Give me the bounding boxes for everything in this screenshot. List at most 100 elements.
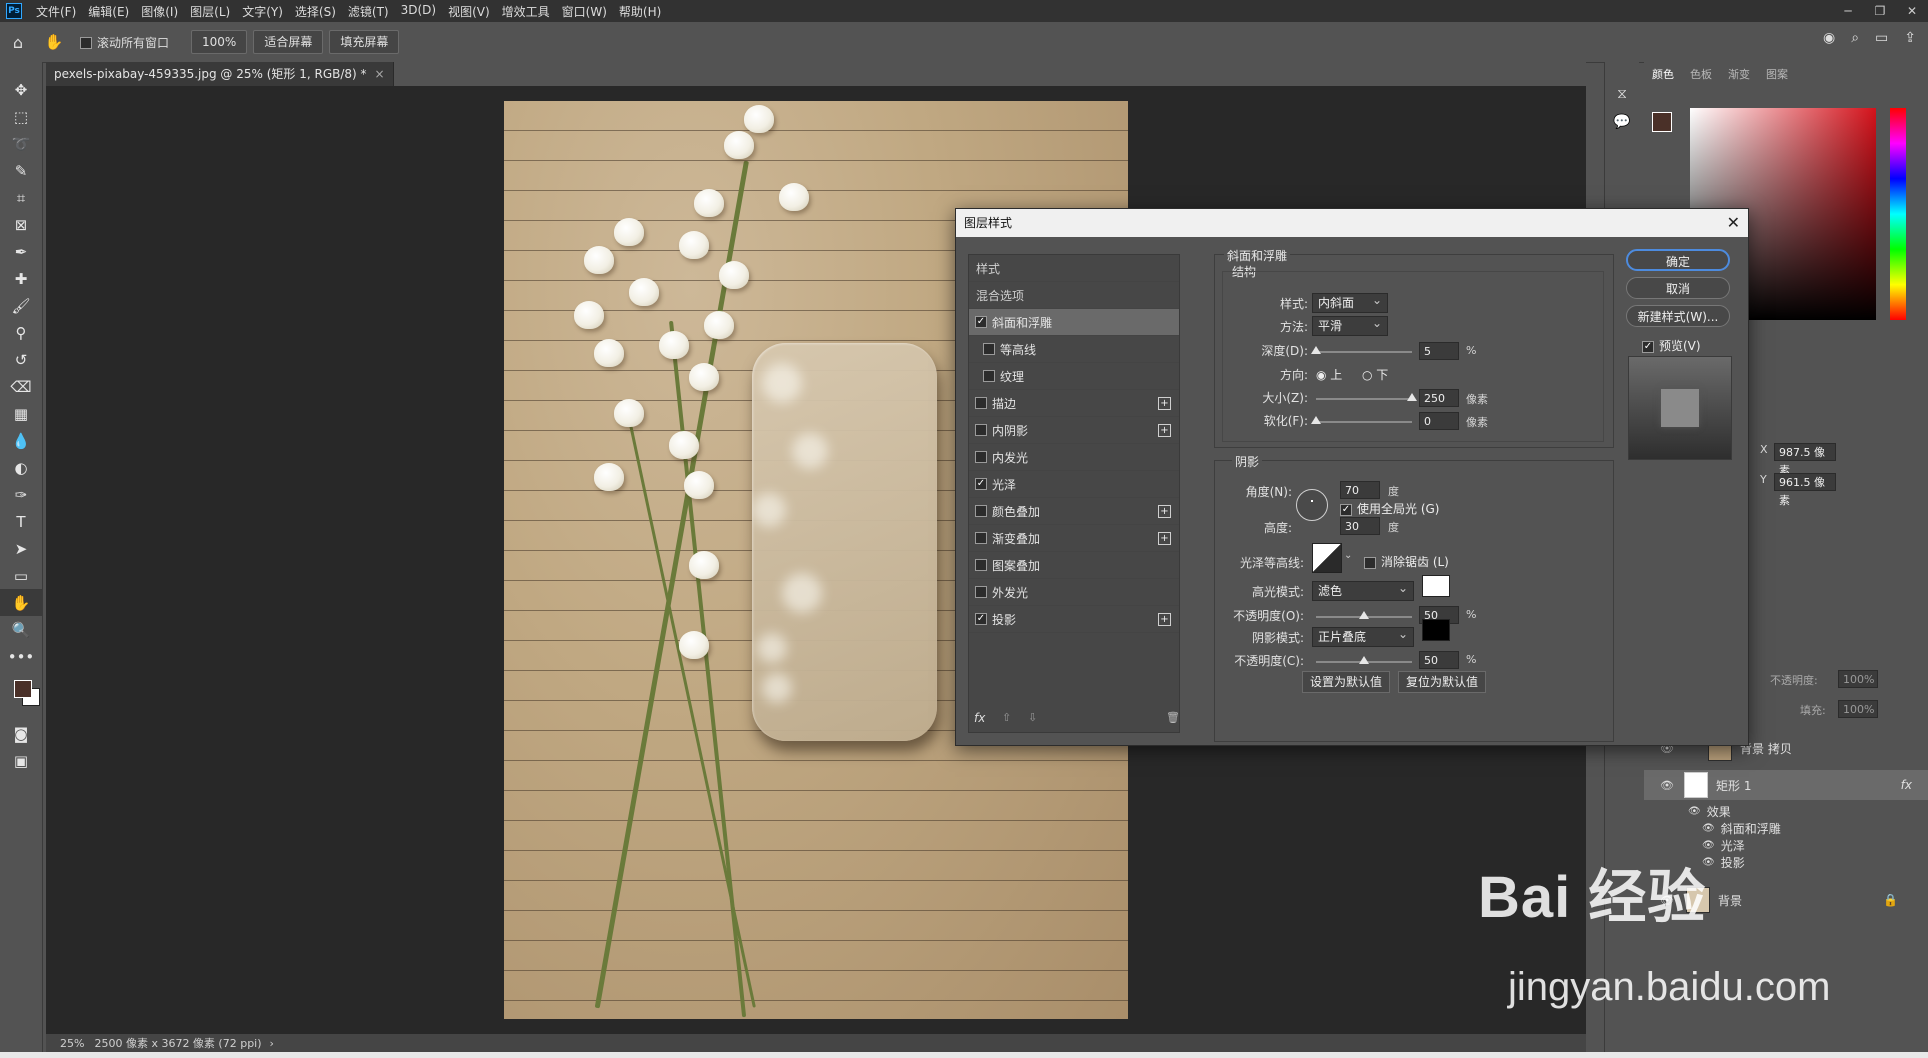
move-tool-icon[interactable]: ✥ [0,76,42,103]
angle-input[interactable]: 70 [1340,481,1380,499]
style-item[interactable]: 内阴影 + [969,417,1179,444]
style-item[interactable]: 图案叠加 [969,552,1179,579]
delete-effect-icon[interactable]: 🗑 [1166,711,1180,724]
checkbox-icon[interactable] [975,613,987,625]
add-effect-icon[interactable]: + [1158,612,1171,626]
checkbox-icon[interactable] [975,478,987,490]
fit-screen-button[interactable]: 适合屏幕 [253,30,324,54]
menu-item[interactable]: 文件(F) [30,3,82,20]
checkbox-icon[interactable] [975,316,987,328]
close-tab-icon[interactable]: × [375,67,385,81]
soften-input[interactable]: 0 [1419,412,1459,430]
history-icon[interactable]: ⧖ [1605,86,1639,102]
shadow-mode-select[interactable]: 正片叠底 [1312,625,1414,647]
fx-menu-icon[interactable]: fx [974,711,985,725]
prop-x-input[interactable]: 987.5 像素 [1774,443,1836,477]
search-icon[interactable]: ⌕ [1851,30,1859,46]
hand-tool-icon[interactable]: ✋ [0,589,42,616]
shadow-color-swatch[interactable] [1422,619,1450,641]
checkbox-icon[interactable] [983,370,995,382]
cancel-button[interactable]: 取消 [1626,277,1730,299]
effects-row[interactable]: 👁 效果 [1644,802,1928,820]
panel-tab[interactable]: 颜色 [1644,62,1682,88]
menu-item[interactable]: 选择(S) [289,3,342,20]
share-icon[interactable]: ⇪ [1904,30,1916,46]
visibility-eye-icon[interactable]: 👁 [1656,779,1678,792]
move-up-icon[interactable]: ⇧ [1002,711,1011,724]
screen-mode-icon[interactable]: ▣ [0,747,42,774]
panel-tab[interactable]: 色板 [1682,62,1720,88]
checkbox-icon[interactable] [975,397,987,409]
foreground-color-icon[interactable] [14,680,32,698]
add-effect-icon[interactable]: + [1158,423,1171,437]
foreground-swatch[interactable] [1652,112,1672,132]
zoom-100-button[interactable]: 100% [191,30,248,54]
depth-slider[interactable] [1311,346,1412,354]
anti-alias-checkbox[interactable]: 消除锯齿 (L) [1364,553,1449,570]
style-item[interactable]: 纹理 [969,363,1179,390]
home-icon[interactable]: ⌂ [0,33,36,52]
style-item[interactable]: 斜面和浮雕 [969,309,1179,336]
style-item[interactable]: 渐变叠加 + [969,525,1179,552]
soften-slider-knob[interactable] [1311,416,1321,424]
menu-item[interactable]: 编辑(E) [82,3,135,20]
style-item[interactable]: 等高线 [969,336,1179,363]
blur-tool-icon[interactable]: 💧 [0,427,42,454]
frame-tool-icon[interactable]: ⊠ [0,211,42,238]
brush-tool-icon[interactable]: 🖌 [0,292,42,319]
prop-y-input[interactable]: 961.5 像素 [1774,473,1836,507]
move-down-icon[interactable]: ⇩ [1028,711,1037,724]
scroll-all-windows-checkbox[interactable]: 滚动所有窗口 [80,34,169,51]
quick-mask-icon[interactable]: ◙ [0,720,42,747]
checkbox-icon[interactable] [975,424,987,436]
preview-checkbox[interactable]: 预览(V) [1642,337,1701,354]
style-list-header[interactable]: 样式 [969,255,1179,282]
eraser-tool-icon[interactable]: ⌫ [0,373,42,400]
menu-item[interactable]: 帮助(H) [613,3,667,20]
style-item[interactable]: 外发光 [969,579,1179,606]
fx-icon[interactable]: fx [1901,778,1912,792]
layer-fill-input[interactable]: 100% [1838,700,1878,718]
hand-tool-icon[interactable]: ✋ [36,33,72,51]
panel-tab[interactable]: 渐变 [1720,62,1758,88]
menu-item[interactable]: 增效工具 [496,3,556,20]
menu-item[interactable]: 视图(V) [442,3,496,20]
bevel-style-select[interactable]: 内斜面 [1312,291,1388,313]
rounded-rectangle-layer[interactable] [752,343,937,741]
layer-opacity-input[interactable]: 100% [1838,670,1878,688]
quick-select-tool-icon[interactable]: ✎ [0,157,42,184]
menu-item[interactable]: 3D(D) [395,3,442,20]
add-effect-icon[interactable]: + [1158,396,1171,410]
layer-row-rect[interactable]: 👁 矩形 1 fx [1644,770,1928,800]
shadow-opacity-slider[interactable] [1316,656,1412,664]
altitude-input[interactable]: 30 [1340,517,1380,535]
angle-dial[interactable] [1296,489,1328,521]
menu-item[interactable]: 窗口(W) [556,3,613,20]
type-tool-icon[interactable]: T [0,508,42,535]
highlight-opacity-slider[interactable] [1316,611,1412,619]
direction-down-radio[interactable]: ○ 下 [1362,366,1388,383]
color-swatches[interactable] [0,670,42,720]
menu-item[interactable]: 文字(Y) [236,3,289,20]
new-style-button[interactable]: 新建样式(W)... [1626,305,1730,327]
depth-input[interactable]: 5 [1419,342,1459,360]
marquee-tool-icon[interactable]: ⬚ [0,103,42,130]
comment-icon[interactable]: 💬 [1605,114,1639,130]
style-item[interactable]: 光泽 [969,471,1179,498]
style-item[interactable]: 投影 + [969,606,1179,633]
zoom-tool-icon[interactable]: 🔍 [0,616,42,643]
healing-tool-icon[interactable]: ✚ [0,265,42,292]
gloss-contour-picker[interactable] [1312,543,1342,573]
rectangle-tool-icon[interactable]: ▭ [0,562,42,589]
path-select-tool-icon[interactable]: ➤ [0,535,42,562]
panel-tab[interactable]: 图案 [1758,62,1796,88]
effect-item[interactable]: 👁 斜面和浮雕 [1644,820,1928,837]
style-item[interactable]: 内发光 [969,444,1179,471]
reset-default-button[interactable]: 复位为默认值 [1398,671,1486,693]
user-icon[interactable]: ◉ [1823,30,1835,46]
depth-slider-knob[interactable] [1311,346,1321,354]
gradient-tool-icon[interactable]: ▦ [0,400,42,427]
make-default-button[interactable]: 设置为默认值 [1302,671,1390,693]
pen-tool-icon[interactable]: ✑ [0,481,42,508]
checkbox-icon[interactable] [975,532,987,544]
